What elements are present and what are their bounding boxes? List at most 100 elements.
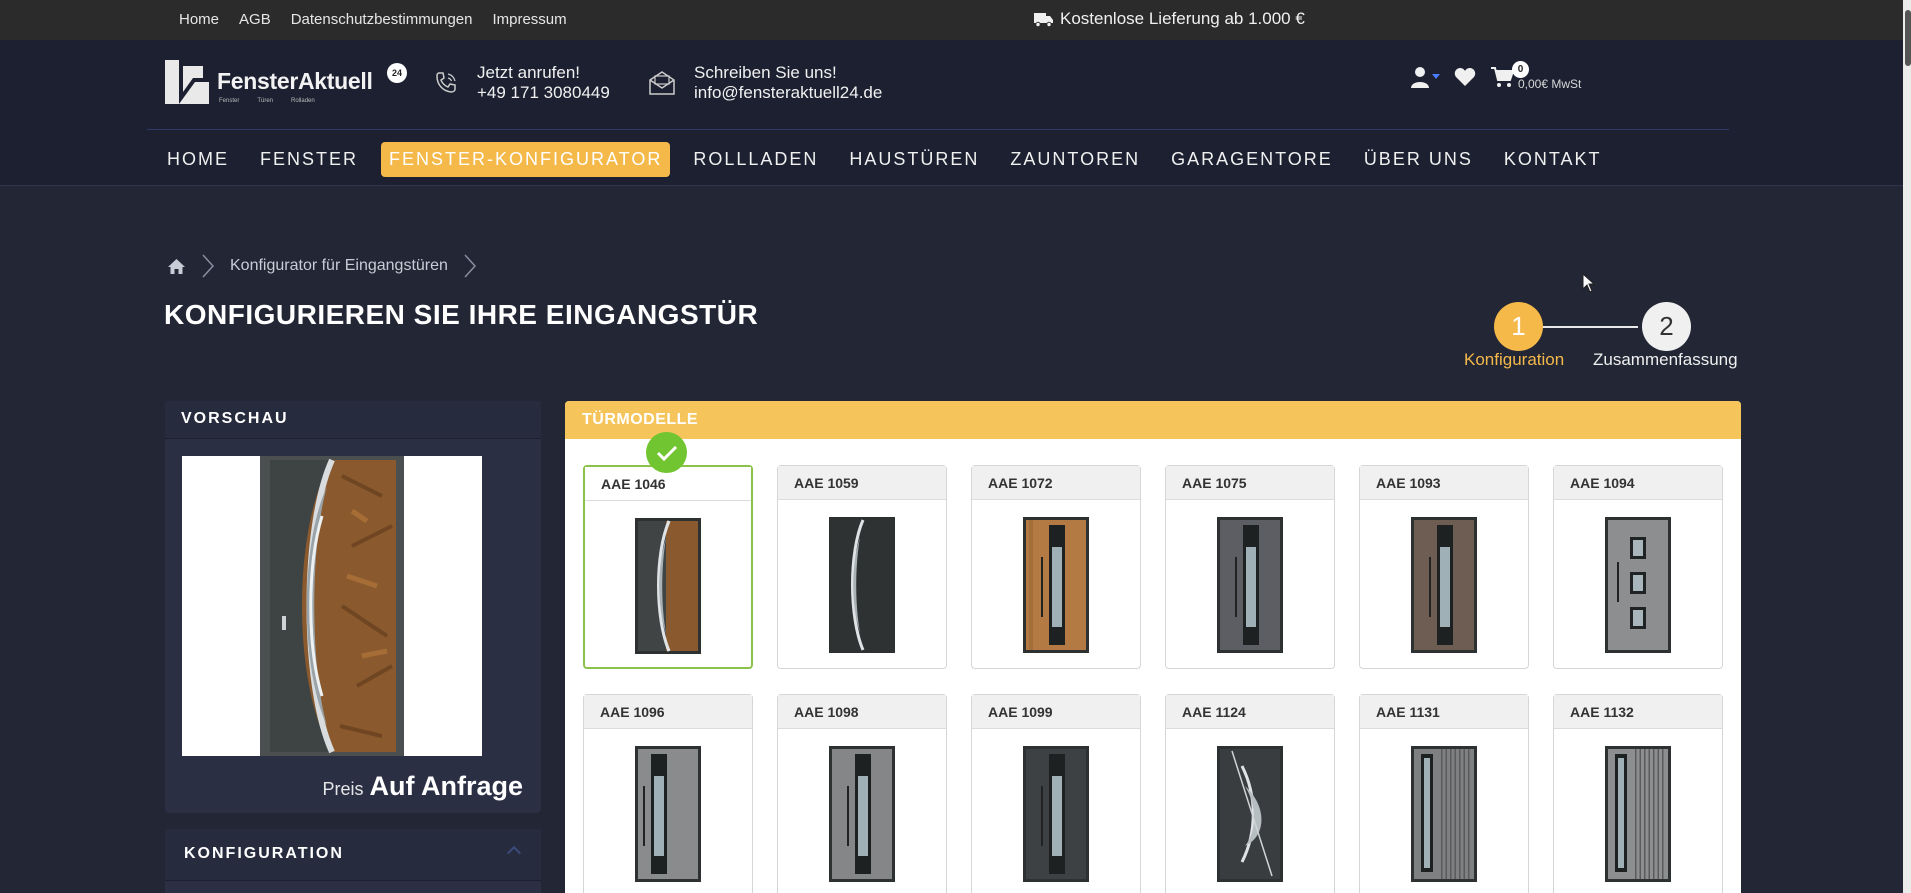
chevron-right-icon (464, 254, 476, 278)
email-label: Schreiben Sie uns! (694, 63, 837, 82)
wishlist-heart-icon[interactable] (1454, 67, 1476, 87)
truck-icon (1034, 12, 1053, 27)
door-model-name: AAE 1096 (584, 695, 752, 729)
phone-label: Jetzt anrufen! (477, 63, 581, 82)
door-model-card[interactable]: AAE 1059 (777, 465, 947, 669)
cart-count-badge: 0 (1512, 61, 1529, 78)
page-scrollbar-thumb[interactable] (1905, 10, 1911, 66)
selected-check-icon (646, 432, 687, 473)
door-model-card[interactable]: AAE 1075 (1165, 465, 1335, 669)
door-model-name: AAE 1059 (778, 466, 946, 500)
logo-mark-icon (165, 60, 209, 104)
step-1-label: Konfiguration (1464, 350, 1565, 369)
price-label: Preis (322, 779, 364, 799)
logo-sub-fenster: Fenster (219, 98, 240, 104)
top-link-impressum[interactable]: Impressum (492, 11, 566, 28)
phone-contact[interactable]: Jetzt anrufen! +49 171 3080449 (433, 63, 610, 103)
door-model-image (1411, 746, 1477, 882)
nav-home[interactable]: HOME (159, 142, 237, 177)
door-model-name: AAE 1131 (1360, 695, 1528, 729)
preview-price: Preis Auf Anfrage (322, 771, 523, 802)
main-navigation: HOME FENSTER FENSTER-KONFIGURATOR ROLLLA… (159, 142, 1625, 177)
door-model-name: AAE 1132 (1554, 695, 1722, 729)
header-actions (1410, 66, 1514, 88)
logo-subtitle: Fenster Türen Rolladen (219, 98, 315, 104)
door-model-card[interactable]: AAE 1046 (583, 465, 753, 669)
breadcrumb: Konfigurator für Eingangstüren (167, 254, 476, 278)
top-utility-bar: Home AGB Datenschutzbestimmungen Impress… (0, 0, 1911, 40)
door-model-card[interactable]: AAE 1099 (971, 694, 1141, 893)
door-model-name: AAE 1072 (972, 466, 1140, 500)
door-model-name: AAE 1094 (1554, 466, 1722, 500)
door-model-image (1217, 517, 1283, 653)
top-link-datenschutz[interactable]: Datenschutzbestimmungen (291, 11, 473, 28)
door-model-image (829, 517, 895, 653)
door-model-image (635, 746, 701, 882)
door-model-image (1023, 517, 1089, 653)
door-model-card[interactable]: AAE 1131 (1359, 694, 1529, 893)
email-contact[interactable]: Schreiben Sie uns! info@fensteraktuell24… (648, 63, 882, 103)
free-delivery-notice: Kostenlose Lieferung ab 1.000 € (1034, 9, 1305, 29)
top-link-agb[interactable]: AGB (239, 11, 271, 28)
nav-zauntoren[interactable]: ZAUNTOREN (1002, 142, 1148, 177)
door-model-card[interactable]: AAE 1093 (1359, 465, 1529, 669)
step-progress: 1 2 Konfiguration Zusammenfassung (1464, 301, 1750, 381)
nav-ueber-uns[interactable]: ÜBER UNS (1356, 142, 1481, 177)
door-model-card[interactable]: AAE 1072 (971, 465, 1141, 669)
delivery-text: Kostenlose Lieferung ab 1.000 € (1060, 9, 1305, 28)
door-model-image (1605, 517, 1671, 653)
door-model-card[interactable]: AAE 1098 (777, 694, 947, 893)
nav-haustueren[interactable]: HAUSTÜREN (841, 142, 987, 177)
header-divider (147, 129, 1729, 130)
door-model-image (829, 746, 895, 882)
door-model-name: AAE 1075 (1166, 466, 1334, 500)
nav-garagentore[interactable]: GARAGENTORE (1163, 142, 1341, 177)
door-model-image (1605, 746, 1671, 882)
logo-badge: 24 (387, 63, 407, 83)
door-model-card[interactable]: AAE 1094 (1553, 465, 1723, 669)
user-icon (1411, 67, 1429, 88)
page-scrollbar[interactable] (1903, 0, 1911, 893)
cart-icon[interactable] (1490, 66, 1514, 88)
door-model-name: AAE 1124 (1166, 695, 1334, 729)
door-model-name: AAE 1093 (1360, 466, 1528, 500)
step-2-label: Zusammenfassung (1593, 350, 1738, 369)
nav-rollladen[interactable]: ROLLLADEN (685, 142, 826, 177)
caret-down-icon (1432, 74, 1440, 79)
door-model-name: AAE 1099 (972, 695, 1140, 729)
account-button[interactable] (1410, 66, 1440, 88)
mouse-cursor-icon (1582, 273, 1596, 293)
top-link-home[interactable]: Home (179, 11, 219, 28)
door-model-card[interactable]: AAE 1124 (1165, 694, 1335, 893)
price-value: Auf Anfrage (369, 771, 524, 801)
step-1-circle[interactable]: 1 (1494, 302, 1543, 351)
email-address[interactable]: info@fensteraktuell24.de (694, 83, 882, 103)
door-model-name: AAE 1098 (778, 695, 946, 729)
door-model-image (1411, 517, 1477, 653)
step-2-circle[interactable]: 2 (1642, 302, 1691, 351)
door-model-image (1023, 746, 1089, 882)
preview-panel: VORSCHAU Preis Auf Anfrage (165, 401, 541, 813)
cart-total[interactable]: 0,00€ MwSt (1518, 77, 1581, 91)
logo-sub-rolladen: Rolladen (291, 98, 315, 104)
door-models-heading: TÜRMODELLE (565, 401, 1741, 439)
configuration-panel[interactable]: KONFIGURATION (165, 829, 541, 893)
door-model-card[interactable]: AAE 1096 (583, 694, 753, 893)
door-preview-image (182, 456, 482, 756)
phone-number[interactable]: +49 171 3080449 (477, 83, 610, 103)
logo-sub-tueren: Türen (257, 98, 274, 104)
breadcrumb-item-konfigurator[interactable]: Konfigurator für Eingangstüren (230, 257, 448, 275)
page-title: KONFIGURIEREN SIE IHRE EINGANGSTÜR (164, 299, 759, 330)
preview-heading: VORSCHAU (165, 401, 541, 439)
top-links: Home AGB Datenschutzbestimmungen Impress… (179, 11, 567, 28)
nav-fenster[interactable]: FENSTER (252, 142, 366, 177)
phone-icon (436, 72, 456, 93)
logo-text: FensterAktuell (217, 68, 373, 94)
nav-fenster-konfigurator[interactable]: FENSTER-KONFIGURATOR (381, 142, 671, 177)
home-icon[interactable] (167, 258, 186, 275)
nav-kontakt[interactable]: KONTAKT (1496, 142, 1610, 177)
door-model-image (1217, 746, 1283, 882)
chevron-right-icon (202, 254, 214, 278)
door-model-card[interactable]: AAE 1132 (1553, 694, 1723, 893)
door-model-image (635, 518, 701, 654)
